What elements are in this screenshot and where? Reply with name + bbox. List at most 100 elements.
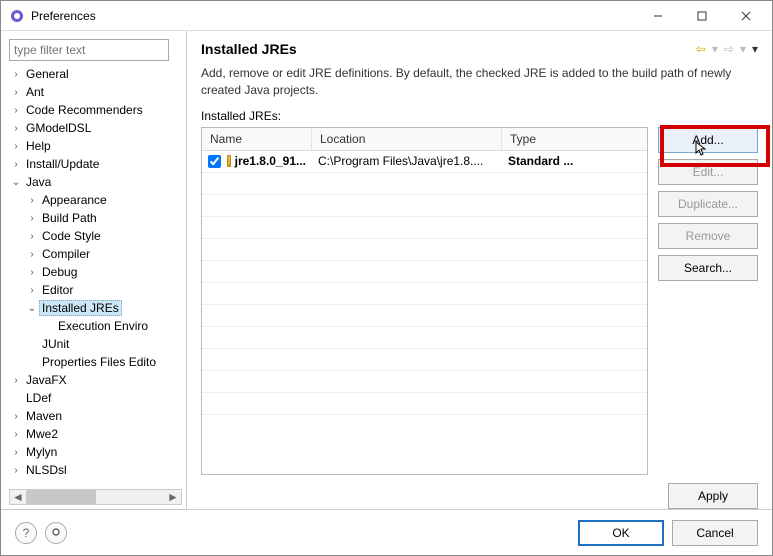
- tree-item[interactable]: ›General: [9, 65, 180, 83]
- import-export-button[interactable]: [45, 522, 67, 544]
- cancel-button[interactable]: Cancel: [672, 520, 758, 546]
- add-button[interactable]: Add...: [658, 127, 758, 153]
- tree-item[interactable]: JUnit: [25, 335, 180, 353]
- table-row-empty: [202, 217, 647, 239]
- column-header-location[interactable]: Location: [312, 128, 502, 150]
- back-icon[interactable]: ⇦: [696, 42, 706, 56]
- column-header-type[interactable]: Type: [502, 128, 647, 150]
- tree-item[interactable]: ⌄Java: [9, 173, 180, 191]
- chevron-right-icon[interactable]: ›: [25, 195, 39, 206]
- close-button[interactable]: [724, 2, 768, 30]
- table-row[interactable]: jre1.8.0_91...C:\Program Files\Java\jre1…: [202, 151, 647, 173]
- tree-item-label: Maven: [23, 409, 65, 423]
- chevron-right-icon[interactable]: ›: [9, 87, 23, 98]
- tree-item[interactable]: ›Build Path: [25, 209, 180, 227]
- page-description: Add, remove or edit JRE definitions. By …: [201, 65, 758, 99]
- tree-item[interactable]: Execution Enviro: [41, 317, 180, 335]
- chevron-right-icon[interactable]: ›: [9, 411, 23, 422]
- chevron-right-icon[interactable]: ›: [9, 159, 23, 170]
- tree-item-label: NLSDsl: [23, 463, 70, 477]
- tree-item[interactable]: Properties Files Edito: [25, 353, 180, 371]
- jre-location: C:\Program Files\Java\jre1.8....: [312, 154, 502, 168]
- tree-item-label: Mwe2: [23, 427, 61, 441]
- tree-item-label: Install/Update: [23, 157, 102, 171]
- tree-item[interactable]: ›Mylyn: [9, 443, 180, 461]
- tree-item-label: Installed JREs: [39, 300, 122, 316]
- window-title: Preferences: [31, 9, 636, 23]
- tree-item[interactable]: ⌄Installed JREs: [25, 299, 180, 317]
- chevron-right-icon[interactable]: ›: [25, 231, 39, 242]
- chevron-right-icon[interactable]: ›: [9, 123, 23, 134]
- ok-button[interactable]: OK: [578, 520, 664, 546]
- tree-item-label: Help: [23, 139, 54, 153]
- scroll-left-icon[interactable]: ◄: [10, 490, 26, 504]
- help-icon: ?: [23, 526, 30, 540]
- tree-item[interactable]: ›GModelDSL: [9, 119, 180, 137]
- jre-icon: [227, 155, 231, 167]
- search-button[interactable]: Search...: [658, 255, 758, 281]
- scroll-right-icon[interactable]: ►: [165, 490, 181, 504]
- tree-item-label: Debug: [39, 265, 80, 279]
- chevron-right-icon[interactable]: ›: [9, 375, 23, 386]
- table-row-empty: [202, 261, 647, 283]
- back-menu-icon[interactable]: ▾: [712, 42, 718, 56]
- button-bar: ? OK Cancel: [1, 509, 772, 555]
- circle-icon: [51, 526, 61, 540]
- filter-input[interactable]: [9, 39, 169, 61]
- tree-item-label: Compiler: [39, 247, 93, 261]
- forward-menu-icon[interactable]: ▾: [740, 42, 746, 56]
- tree-item[interactable]: ›Compiler: [25, 245, 180, 263]
- horizontal-scrollbar[interactable]: ◄ ►: [9, 489, 182, 505]
- chevron-right-icon[interactable]: ›: [25, 249, 39, 260]
- remove-button: Remove: [658, 223, 758, 249]
- tree-item[interactable]: ›Appearance: [25, 191, 180, 209]
- forward-icon: ⇨: [724, 42, 734, 56]
- tree-item-label: Ant: [23, 85, 47, 99]
- tree-item[interactable]: ›Editor: [25, 281, 180, 299]
- column-header-name[interactable]: Name: [202, 128, 312, 150]
- chevron-right-icon[interactable]: ›: [9, 69, 23, 80]
- tree-item[interactable]: ›Maven: [9, 407, 180, 425]
- scroll-thumb[interactable]: [26, 490, 96, 504]
- tree-item[interactable]: ›Mwe2: [9, 425, 180, 443]
- page-heading: Installed JREs: [201, 41, 696, 57]
- sidebar: ›General›Ant›Code Recommenders›GModelDSL…: [1, 31, 187, 509]
- tree-item-label: JUnit: [39, 337, 72, 351]
- jre-checkbox[interactable]: [208, 155, 221, 168]
- tree-item[interactable]: ›Code Style: [25, 227, 180, 245]
- edit-button: Edit...: [658, 159, 758, 185]
- jre-table[interactable]: Name Location Type jre1.8.0_91...C:\Prog…: [201, 127, 648, 475]
- chevron-right-icon[interactable]: ›: [9, 447, 23, 458]
- chevron-right-icon[interactable]: ›: [9, 105, 23, 116]
- table-row-empty: [202, 371, 647, 393]
- chevron-right-icon[interactable]: ›: [25, 267, 39, 278]
- apply-button[interactable]: Apply: [668, 483, 758, 509]
- jre-type: Standard ...: [502, 154, 647, 168]
- tree-item[interactable]: ›Ant: [9, 83, 180, 101]
- table-row-empty: [202, 349, 647, 371]
- tree-item[interactable]: LDef: [9, 389, 180, 407]
- view-menu-icon[interactable]: ▾: [752, 42, 758, 56]
- tree-item[interactable]: ›Code Recommenders: [9, 101, 180, 119]
- tree-item[interactable]: ›JavaFX: [9, 371, 180, 389]
- minimize-button[interactable]: [636, 2, 680, 30]
- tree-item[interactable]: ›Help: [9, 137, 180, 155]
- tree-item[interactable]: ›Install/Update: [9, 155, 180, 173]
- tree-item-label: Mylyn: [23, 445, 60, 459]
- tree-item[interactable]: ›NLSDsl: [9, 461, 180, 479]
- chevron-down-icon[interactable]: ⌄: [25, 303, 39, 314]
- tree-item-label: Build Path: [39, 211, 100, 225]
- table-row-empty: [202, 195, 647, 217]
- chevron-right-icon[interactable]: ›: [25, 285, 39, 296]
- tree-item[interactable]: ›Debug: [25, 263, 180, 281]
- help-button[interactable]: ?: [15, 522, 37, 544]
- chevron-right-icon[interactable]: ›: [9, 141, 23, 152]
- chevron-right-icon[interactable]: ›: [25, 213, 39, 224]
- preference-tree[interactable]: ›General›Ant›Code Recommenders›GModelDSL…: [9, 65, 182, 489]
- maximize-button[interactable]: [680, 2, 724, 30]
- main-panel: Installed JREs ⇦ ▾ ⇨ ▾ ▾ Add, remove or …: [187, 31, 772, 509]
- title-bar: Preferences: [1, 1, 772, 31]
- chevron-right-icon[interactable]: ›: [9, 465, 23, 476]
- chevron-right-icon[interactable]: ›: [9, 429, 23, 440]
- chevron-down-icon[interactable]: ⌄: [9, 177, 23, 188]
